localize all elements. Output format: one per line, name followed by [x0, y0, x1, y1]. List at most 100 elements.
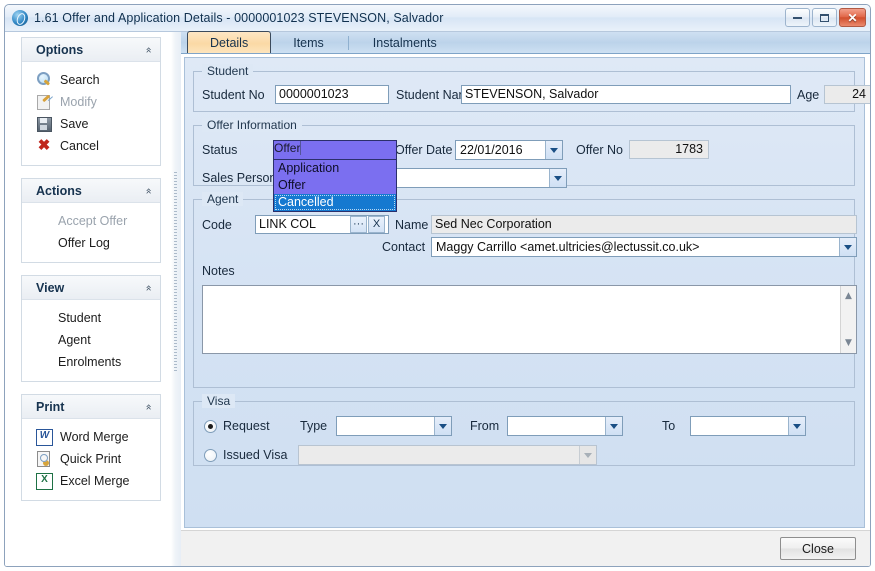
status-label: Status: [202, 143, 237, 157]
sidebar-panel-view: View « Student Agent Enrolments: [21, 275, 161, 382]
status-option-application[interactable]: Application: [274, 160, 396, 177]
sidebar-splitter[interactable]: [171, 32, 181, 566]
panel-header-view[interactable]: View «: [22, 276, 160, 300]
chevron-down-icon[interactable]: [788, 417, 805, 435]
maximize-button[interactable]: [812, 8, 837, 27]
sidebar-item-enrolments[interactable]: Enrolments: [22, 351, 160, 373]
window-title: 1.61 Offer and Application Details - 000…: [34, 11, 443, 25]
chevron-up-icon[interactable]: «: [144, 46, 154, 53]
chevron-up-icon[interactable]: «: [144, 187, 154, 194]
details-form-panel: Student Student No 0000001023 Student Na…: [184, 57, 865, 528]
visa-to-combo[interactable]: [690, 416, 806, 436]
sidebar-panel-actions: Actions « Accept Offer Offer Log: [21, 178, 161, 263]
age-label: Age: [797, 88, 819, 102]
visa-request-label: Request: [223, 419, 270, 433]
sidebar-item-label: Enrolments: [58, 355, 121, 369]
tab-details[interactable]: Details: [187, 31, 271, 53]
visa-from-combo[interactable]: [507, 416, 623, 436]
panel-title-actions: Actions: [36, 184, 82, 198]
window-body: Options « Search Modify Save: [5, 32, 870, 566]
window-controls: ✕: [785, 8, 866, 27]
age-value: 24: [824, 85, 871, 104]
chevron-up-icon[interactable]: «: [144, 403, 154, 410]
minimize-icon: [793, 16, 802, 19]
scroll-up-icon[interactable]: ▲: [841, 288, 856, 304]
sidebar-item-excel-merge[interactable]: Excel Merge: [22, 470, 160, 492]
title-bar: 1.61 Offer and Application Details - 000…: [5, 5, 870, 32]
offer-no-label: Offer No: [576, 143, 623, 157]
sidebar-item-student[interactable]: Student: [22, 307, 160, 329]
agent-clear-button[interactable]: X: [368, 216, 385, 233]
panel-body-actions: Accept Offer Offer Log: [22, 203, 160, 262]
tab-label: Instalments: [373, 36, 437, 50]
sidebar-item-label: Quick Print: [60, 452, 121, 466]
sidebar-item-accept-offer[interactable]: Accept Offer: [22, 210, 160, 232]
tab-instalments[interactable]: Instalments: [351, 32, 459, 53]
chevron-down-icon[interactable]: [300, 141, 301, 155]
chevron-down-icon[interactable]: [549, 169, 566, 187]
sidebar-item-save[interactable]: Save: [22, 113, 160, 135]
panel-title-print: Print: [36, 400, 64, 414]
student-no-label: Student No: [202, 88, 265, 102]
notes-scrollbar[interactable]: ▲ ▼: [840, 286, 856, 353]
close-window-button[interactable]: ✕: [839, 8, 866, 27]
close-icon: ✕: [847, 12, 857, 24]
student-name-input[interactable]: STEVENSON, Salvador: [461, 85, 791, 104]
panel-header-actions[interactable]: Actions «: [22, 179, 160, 203]
sidebar-item-agent[interactable]: Agent: [22, 329, 160, 351]
status-combo[interactable]: Offer: [273, 140, 397, 160]
visa-type-value: [337, 417, 433, 435]
chevron-down-icon[interactable]: [434, 417, 451, 435]
chevron-down-icon[interactable]: [545, 141, 562, 159]
chevron-down-icon[interactable]: [605, 417, 622, 435]
sidebar-item-word-merge[interactable]: Word Merge: [22, 426, 160, 448]
sidebar-item-label: Excel Merge: [60, 474, 129, 488]
contact-label: Contact: [382, 240, 425, 254]
panel-title-view: View: [36, 281, 64, 295]
close-button[interactable]: Close: [780, 537, 856, 560]
agent-lookup-button[interactable]: ···: [350, 216, 367, 233]
sidebar-item-modify[interactable]: Modify: [22, 91, 160, 113]
chevron-up-icon[interactable]: «: [144, 284, 154, 291]
splitter-grip[interactable]: [174, 172, 177, 372]
status-option-cancelled[interactable]: Cancelled: [274, 194, 396, 211]
sidebar-item-search[interactable]: Search: [22, 69, 160, 91]
panel-header-print[interactable]: Print «: [22, 395, 160, 419]
offer-date-label: Offer Date: [395, 143, 452, 157]
offer-date-combo[interactable]: 22/01/2016: [455, 140, 563, 160]
offer-group-legend: Offer Information: [202, 118, 302, 132]
chevron-down-icon[interactable]: [839, 238, 856, 256]
visa-type-label: Type: [300, 419, 327, 433]
student-no-input[interactable]: 0000001023: [275, 85, 389, 104]
sidebar: Options « Search Modify Save: [5, 32, 171, 566]
sidebar-item-label: Modify: [60, 95, 97, 109]
student-group: Student Student No 0000001023 Student Na…: [193, 64, 855, 112]
status-value: Offer: [274, 141, 300, 155]
notes-textarea[interactable]: ▲ ▼: [202, 285, 857, 354]
visa-issued-radio[interactable]: [204, 449, 217, 462]
panel-header-options[interactable]: Options «: [22, 38, 160, 62]
scroll-down-icon[interactable]: ▼: [841, 335, 856, 351]
visa-type-combo[interactable]: [336, 416, 452, 436]
contact-combo[interactable]: Maggy Carrillo <amet.ultricies@lectussit…: [431, 237, 857, 257]
tab-items[interactable]: Items: [271, 32, 346, 53]
sales-person-label: Sales Person: [202, 171, 276, 185]
panel-body-print: Word Merge Quick Print Excel Merge: [22, 419, 160, 500]
main-area: Details Items Instalments Student Studen…: [181, 32, 870, 566]
sidebar-item-cancel[interactable]: ✖ Cancel: [22, 135, 160, 157]
panel-title-options: Options: [36, 43, 83, 57]
sidebar-item-label: Search: [60, 73, 100, 87]
issued-visa-value: [299, 446, 578, 464]
sidebar-item-label: Student: [58, 311, 101, 325]
minimize-button[interactable]: [785, 8, 810, 27]
notes-label: Notes: [202, 264, 235, 278]
panel-body-options: Search Modify Save ✖ Cancel: [22, 62, 160, 165]
visa-request-radio[interactable]: [204, 420, 217, 433]
status-dropdown-list[interactable]: Application Offer Cancelled: [273, 160, 397, 212]
sidebar-item-label: Agent: [58, 333, 91, 347]
sidebar-item-label: Accept Offer: [58, 214, 127, 228]
sidebar-item-quick-print[interactable]: Quick Print: [22, 448, 160, 470]
sidebar-item-offer-log[interactable]: Offer Log: [22, 232, 160, 254]
visa-group: Visa Request Issued Visa Type From: [193, 394, 855, 466]
status-option-offer[interactable]: Offer: [274, 177, 396, 194]
